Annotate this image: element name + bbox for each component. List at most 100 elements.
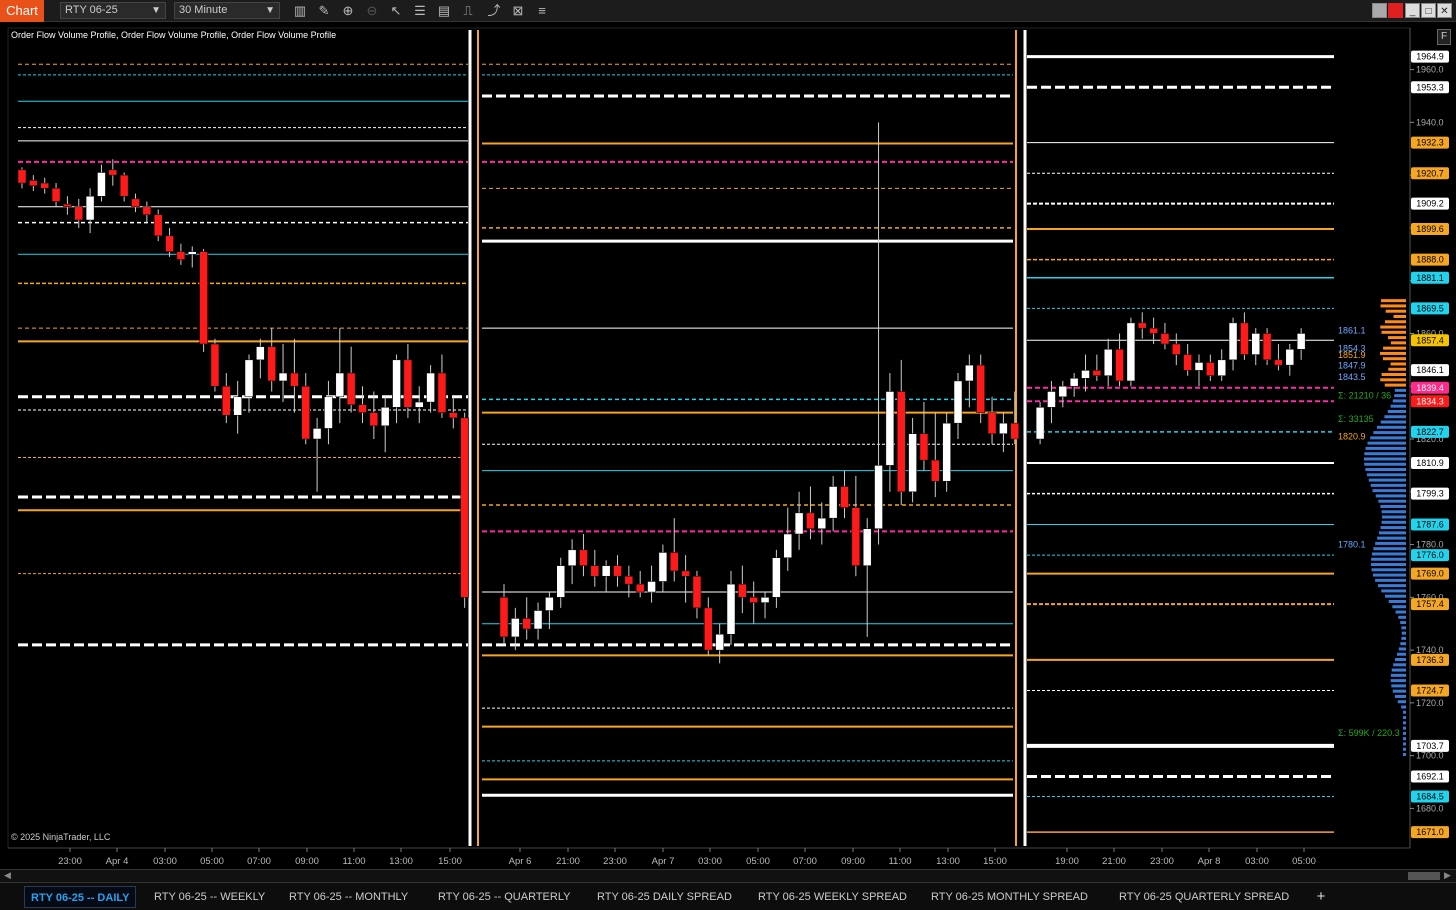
- candle-down[interactable]: [1262, 333, 1272, 361]
- candle-down[interactable]: [40, 182, 49, 189]
- candle-down[interactable]: [131, 198, 140, 208]
- candle-up[interactable]: [772, 557, 781, 598]
- candle-up[interactable]: [760, 597, 770, 603]
- candle-up[interactable]: [726, 583, 736, 635]
- candle-down[interactable]: [987, 412, 997, 434]
- candle-up[interactable]: [715, 634, 724, 651]
- candle-down[interactable]: [1183, 354, 1192, 371]
- candle-up[interactable]: [1296, 333, 1306, 350]
- price-chart[interactable]: 1960.01940.01920.01900.01880.01860.01840…: [0, 0, 1456, 870]
- candle-up[interactable]: [256, 346, 265, 361]
- chart-tab[interactable]: RTY 06-25 WEEKLY SPREAD: [752, 886, 913, 908]
- candle-down[interactable]: [165, 235, 174, 252]
- candle-down[interactable]: [1172, 343, 1181, 355]
- candle-up[interactable]: [965, 364, 974, 382]
- candle-down[interactable]: [976, 364, 985, 413]
- candle-down[interactable]: [851, 507, 861, 566]
- candle-down[interactable]: [460, 417, 469, 598]
- candle-up[interactable]: [278, 372, 288, 382]
- chart-tab[interactable]: RTY 06-25 MONTHLY SPREAD: [925, 886, 1094, 908]
- chart-tab[interactable]: RTY 06-25 QUARTERLY SPREAD: [1113, 886, 1295, 908]
- candle-up[interactable]: [862, 528, 872, 566]
- candle-up[interactable]: [556, 565, 565, 598]
- candle-down[interactable]: [613, 565, 622, 577]
- candle-up[interactable]: [1194, 362, 1204, 371]
- candle-down[interactable]: [1274, 359, 1283, 366]
- candle-up[interactable]: [1058, 385, 1068, 398]
- candle-up[interactable]: [233, 396, 242, 416]
- candle-down[interactable]: [290, 372, 299, 387]
- candle-down[interactable]: [749, 597, 758, 603]
- candle-down[interactable]: [346, 372, 356, 405]
- candle-up[interactable]: [999, 422, 1008, 434]
- candle-down[interactable]: [1149, 327, 1158, 334]
- candle-down[interactable]: [358, 404, 367, 413]
- candle-up[interactable]: [1035, 407, 1045, 440]
- candle-down[interactable]: [437, 372, 447, 413]
- candle-down[interactable]: [222, 385, 231, 416]
- candle-down[interactable]: [199, 251, 208, 345]
- candle-down[interactable]: [210, 343, 220, 387]
- candle-up[interactable]: [1228, 322, 1238, 361]
- candle-down[interactable]: [1138, 322, 1147, 329]
- scroll-right-icon[interactable]: ▶: [1444, 870, 1451, 881]
- candle-down[interactable]: [499, 597, 509, 638]
- candle-down[interactable]: [74, 206, 83, 221]
- candle-down[interactable]: [624, 575, 634, 585]
- candle-down[interactable]: [176, 251, 186, 260]
- candle-up[interactable]: [567, 549, 577, 566]
- candle-up[interactable]: [188, 251, 197, 255]
- candle-up[interactable]: [783, 533, 792, 558]
- candle-down[interactable]: [153, 214, 163, 237]
- candle-down[interactable]: [1010, 422, 1019, 440]
- candle-up[interactable]: [392, 359, 401, 408]
- candle-down[interactable]: [704, 607, 713, 651]
- candle-down[interactable]: [108, 169, 118, 176]
- candle-down[interactable]: [1160, 333, 1170, 345]
- candle-up[interactable]: [794, 512, 804, 535]
- candle-up[interactable]: [1126, 322, 1136, 382]
- candle-down[interactable]: [897, 391, 906, 493]
- candle-down[interactable]: [17, 169, 27, 184]
- candle-up[interactable]: [324, 396, 333, 429]
- chart-tab[interactable]: RTY 06-25 -- QUARTERLY: [432, 886, 576, 908]
- chart-tab[interactable]: RTY 06-25 -- DAILY: [24, 886, 137, 908]
- candle-up[interactable]: [415, 401, 424, 408]
- candle-up[interactable]: [828, 486, 838, 519]
- candle-down[interactable]: [806, 512, 815, 529]
- candle-up[interactable]: [85, 195, 95, 221]
- candle-down[interactable]: [579, 549, 588, 566]
- candle-up[interactable]: [1103, 349, 1113, 376]
- candle-up[interactable]: [1285, 349, 1295, 366]
- scroll-thumb[interactable]: [1408, 872, 1440, 880]
- candle-up[interactable]: [1251, 333, 1260, 355]
- candle-down[interactable]: [1092, 370, 1102, 376]
- horizontal-scrollbar[interactable]: ◀ ▶: [0, 869, 1456, 882]
- candle-down[interactable]: [1240, 322, 1249, 355]
- candle-down[interactable]: [403, 359, 413, 408]
- candle-down[interactable]: [738, 583, 747, 598]
- candle-down[interactable]: [681, 570, 690, 577]
- candle-down[interactable]: [692, 575, 702, 609]
- candle-up[interactable]: [1081, 370, 1090, 379]
- f-button[interactable]: F: [1437, 29, 1451, 45]
- candle-down[interactable]: [840, 486, 849, 508]
- candle-down[interactable]: [931, 459, 940, 482]
- candle-up[interactable]: [817, 517, 827, 529]
- candle-down[interactable]: [919, 433, 929, 461]
- candle-up[interactable]: [545, 597, 554, 611]
- candle-up[interactable]: [312, 428, 322, 440]
- candle-down[interactable]: [267, 346, 276, 382]
- candle-down[interactable]: [29, 180, 38, 186]
- candle-down[interactable]: [1206, 362, 1215, 376]
- candle-up[interactable]: [380, 407, 390, 427]
- candle-down[interactable]: [63, 203, 72, 208]
- candle-down[interactable]: [51, 188, 61, 202]
- candle-up[interactable]: [908, 433, 917, 493]
- candle-up[interactable]: [1069, 378, 1079, 387]
- candle-up[interactable]: [1217, 359, 1226, 376]
- scroll-left-icon[interactable]: ◀: [4, 870, 11, 881]
- add-tab-button[interactable]: +: [1313, 886, 1329, 908]
- chart-tab[interactable]: RTY 06-25 -- WEEKLY: [148, 886, 271, 908]
- candle-up[interactable]: [97, 172, 106, 197]
